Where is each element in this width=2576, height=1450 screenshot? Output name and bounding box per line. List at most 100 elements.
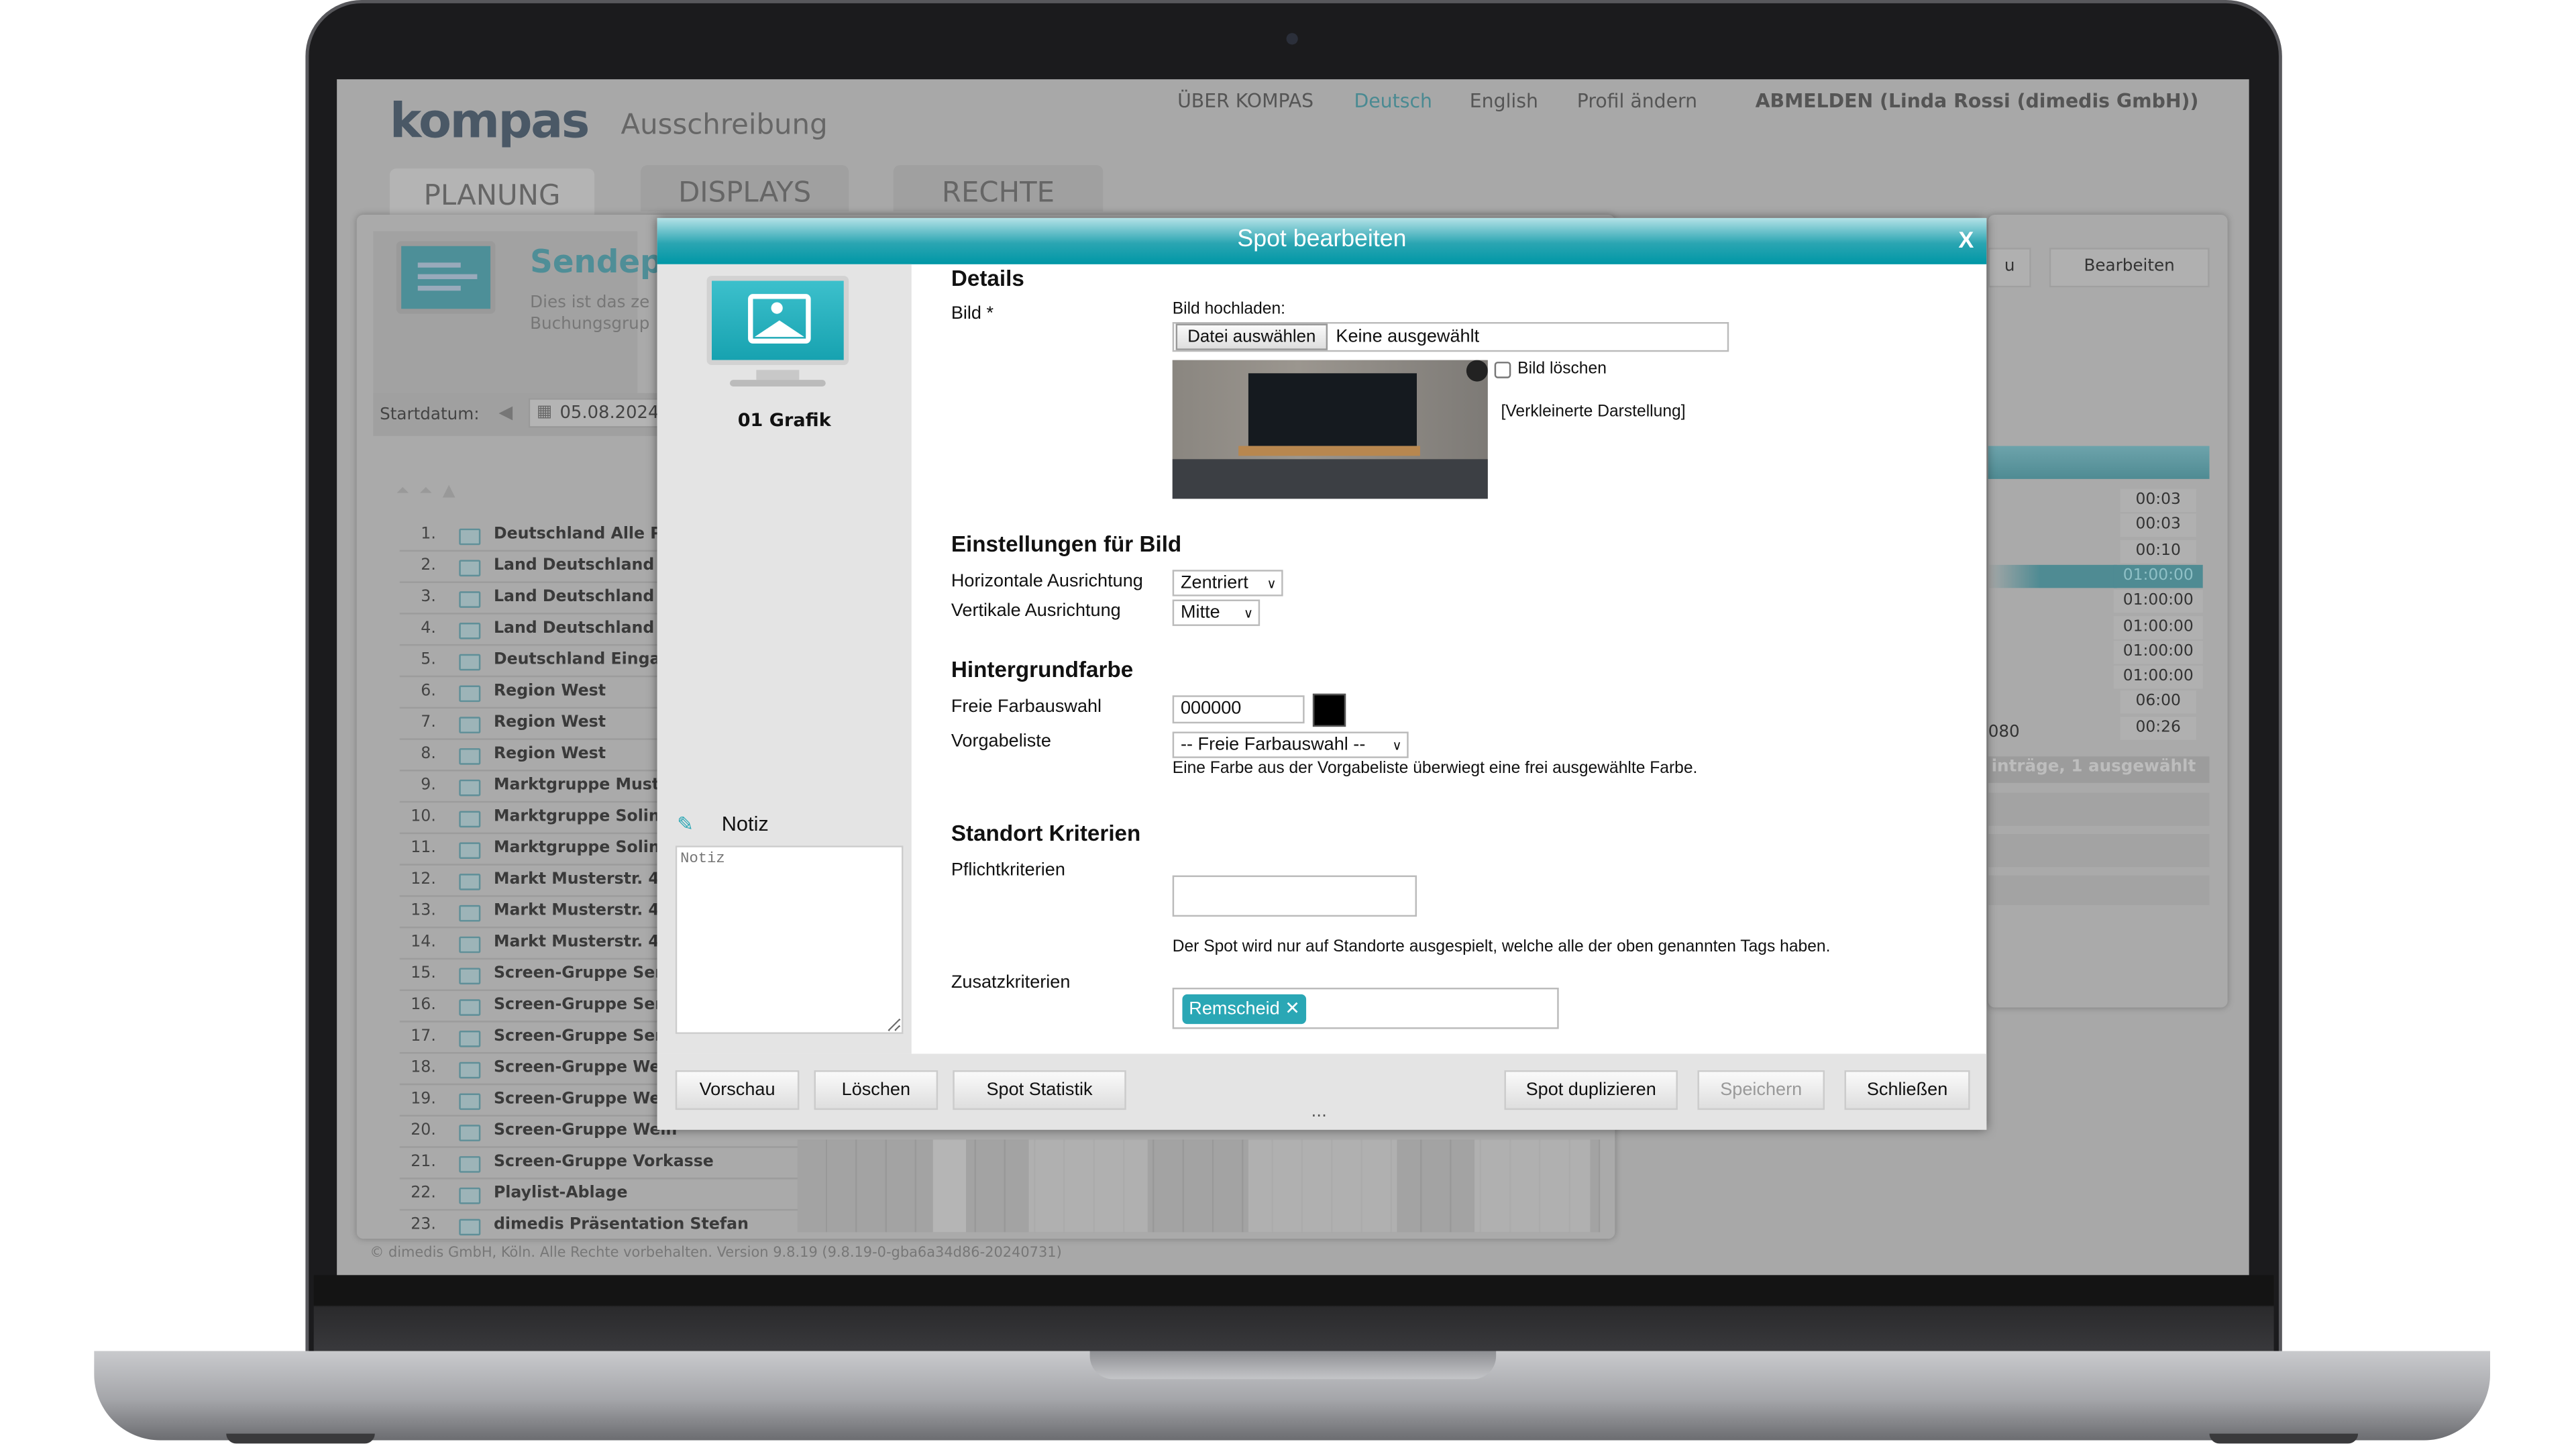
vertical-align-select[interactable]: Mitte ∨ [1172, 599, 1260, 626]
preview-button[interactable]: Vorschau [675, 1070, 800, 1110]
preset-color-select[interactable]: -- Freie Farbauswahl -- ∨ [1172, 731, 1409, 758]
panel-title: Sendep [530, 244, 663, 281]
folder-icon [459, 842, 481, 859]
item-number: 1. [421, 525, 436, 543]
remove-tag-icon[interactable]: ✕ [1285, 999, 1300, 1019]
duration-cell[interactable]: 00:26 [2120, 716, 2196, 739]
folder-icon [459, 717, 481, 733]
panel-bar [1988, 834, 2210, 868]
edit-button[interactable]: Bearbeiten [2049, 248, 2210, 288]
start-date-input[interactable]: ▦ 05.08.2024 [528, 398, 678, 428]
edit-spot-dialog: Spot bearbeiten X 01 Grafik ✎ Notiz Deta… [657, 217, 1987, 1130]
item-number: 17. [411, 1027, 436, 1046]
dialog-title: Spot bearbeiten [1237, 226, 1407, 253]
list-item[interactable]: 21. Screen-Gruppe Vorkasse [399, 1148, 813, 1180]
tab-planung[interactable]: PLANUNG [389, 168, 595, 215]
extra-criteria-input[interactable]: Remscheid ✕ [1172, 987, 1559, 1029]
item-number: 6. [421, 682, 436, 701]
folder-icon [459, 811, 481, 828]
item-number: 9. [421, 776, 436, 794]
free-color-input[interactable]: 000000 [1172, 695, 1305, 724]
item-number: 13. [411, 901, 436, 921]
close-button[interactable]: Schließen [1844, 1070, 1970, 1110]
nav-about[interactable]: ÜBER KOMPAS [1177, 89, 1313, 112]
folder-icon [459, 560, 481, 577]
tab-displays[interactable]: DISPLAYS [641, 165, 849, 212]
folder-icon [459, 1061, 481, 1079]
folder-icon [459, 999, 481, 1016]
folder-icon [459, 622, 481, 639]
duration-cell[interactable]: 00:03 [2120, 488, 2196, 513]
folder-icon [459, 779, 481, 796]
panel-button[interactable]: u [1988, 248, 2031, 288]
item-number: 14. [411, 933, 436, 951]
item-number: 15. [411, 964, 436, 983]
status-bar: inträge, 1 ausgewählt [1988, 756, 2210, 783]
duration-cell[interactable]: 06:00 [2120, 690, 2196, 715]
item-number: 23. [411, 1215, 436, 1234]
duration-cell[interactable]: 01:00:00 [2113, 640, 2203, 664]
folder-icon [459, 1156, 481, 1173]
app-subtitle: Ausschreibung [621, 109, 828, 142]
duration-cell[interactable]: 01:00:00 [2113, 666, 2203, 689]
duration-cell[interactable]: 00:10 [2120, 539, 2196, 563]
duration-cell[interactable]: 01:00:00 [2113, 590, 2203, 613]
item-number: 21. [411, 1153, 436, 1172]
dialog-footer: Vorschau Löschen Spot Statistik Spot dup… [657, 1053, 1987, 1130]
note-label: Notiz [721, 813, 769, 836]
item-number: 20. [411, 1121, 436, 1140]
item-number: 11. [411, 839, 436, 858]
spot-panel: u Bearbeiten 00:03 00:03 00:10 01:00:00 01:0… [1988, 214, 2228, 1008]
duration-cell[interactable]: 01:00:00 [2113, 564, 2203, 588]
folder-icon [459, 1093, 481, 1110]
folder-icon [459, 748, 481, 765]
folder-icon [459, 654, 481, 671]
duration-cell[interactable]: 01:00:00 [2113, 615, 2203, 639]
upload-label: Bild hochladen: [1172, 300, 1286, 319]
item-label: Screen-Gruppe Vorkasse [493, 1153, 714, 1172]
logo: kompas [389, 92, 590, 149]
tab-rechte[interactable]: RECHTE [893, 165, 1104, 212]
preview-link[interactable]: [Verkleinerte Darstellung] [1501, 403, 1686, 421]
choose-file-button[interactable]: Datei auswählen [1175, 323, 1328, 350]
resize-handle[interactable]: ... [1311, 1103, 1327, 1121]
note-textarea[interactable] [675, 845, 904, 1034]
vertical-align-label: Vertikale Ausrichtung [951, 601, 1121, 621]
file-input[interactable]: Datei auswählen Keine ausgewählt [1172, 321, 1729, 352]
nav-profile[interactable]: Profil ändern [1577, 89, 1697, 112]
nav-logout[interactable]: ABMELDEN (Linda Rossi (dimedis GmbH)) [1756, 89, 2199, 112]
spot-statistics-button[interactable]: Spot Statistik [953, 1070, 1126, 1110]
list-item[interactable]: 22. Playlist-Ablage [399, 1180, 813, 1211]
folder-icon [459, 1187, 481, 1204]
sort-icons[interactable]: ⏶⏶▲ [396, 482, 466, 501]
delete-image-label[interactable]: Bild löschen [1517, 360, 1607, 378]
delete-image-checkbox[interactable] [1494, 362, 1511, 378]
tag-label: Remscheid [1189, 999, 1280, 1019]
presentation-icon [459, 1219, 481, 1236]
copyright: © dimedis GmbH, Köln. Alle Rechte vorbeh… [370, 1245, 1062, 1262]
image-settings-heading: Einstellungen für Bild [951, 531, 1182, 557]
list-item[interactable]: 23. dimedis Präsentation Stefan [399, 1210, 813, 1243]
horizontal-align-select[interactable]: Zentriert ∨ [1172, 570, 1283, 597]
nav-lang-en[interactable]: English [1470, 89, 1538, 112]
color-swatch[interactable] [1312, 693, 1346, 727]
save-button[interactable]: Speichern [1697, 1070, 1825, 1110]
dialog-sidebar: 01 Grafik ✎ Notiz [657, 264, 912, 1054]
close-icon[interactable]: X [1958, 226, 1974, 252]
item-number: 12. [411, 870, 436, 889]
laptop-chin [313, 1275, 2274, 1355]
preset-hint: Eine Farbe aus der Vorgabeliste überwieg… [1172, 760, 1698, 778]
item-number: 10. [411, 807, 436, 826]
duration-cell[interactable]: 00:03 [2120, 514, 2196, 537]
chevron-down-icon: ∨ [1392, 738, 1402, 754]
delete-button[interactable]: Löschen [814, 1070, 938, 1110]
prev-date-arrow-icon[interactable]: ◀ [498, 401, 513, 423]
selected-row[interactable] [1988, 564, 2117, 588]
nav-lang-de[interactable]: Deutsch [1354, 89, 1432, 112]
panel-description: Dies ist das ze [530, 294, 650, 313]
folder-icon [459, 591, 481, 608]
required-criteria-label: Pflichtkriterien [951, 860, 1065, 880]
duplicate-spot-button[interactable]: Spot duplizieren [1504, 1070, 1678, 1110]
panel-bar [1988, 875, 2210, 905]
required-criteria-input[interactable] [1172, 875, 1417, 917]
